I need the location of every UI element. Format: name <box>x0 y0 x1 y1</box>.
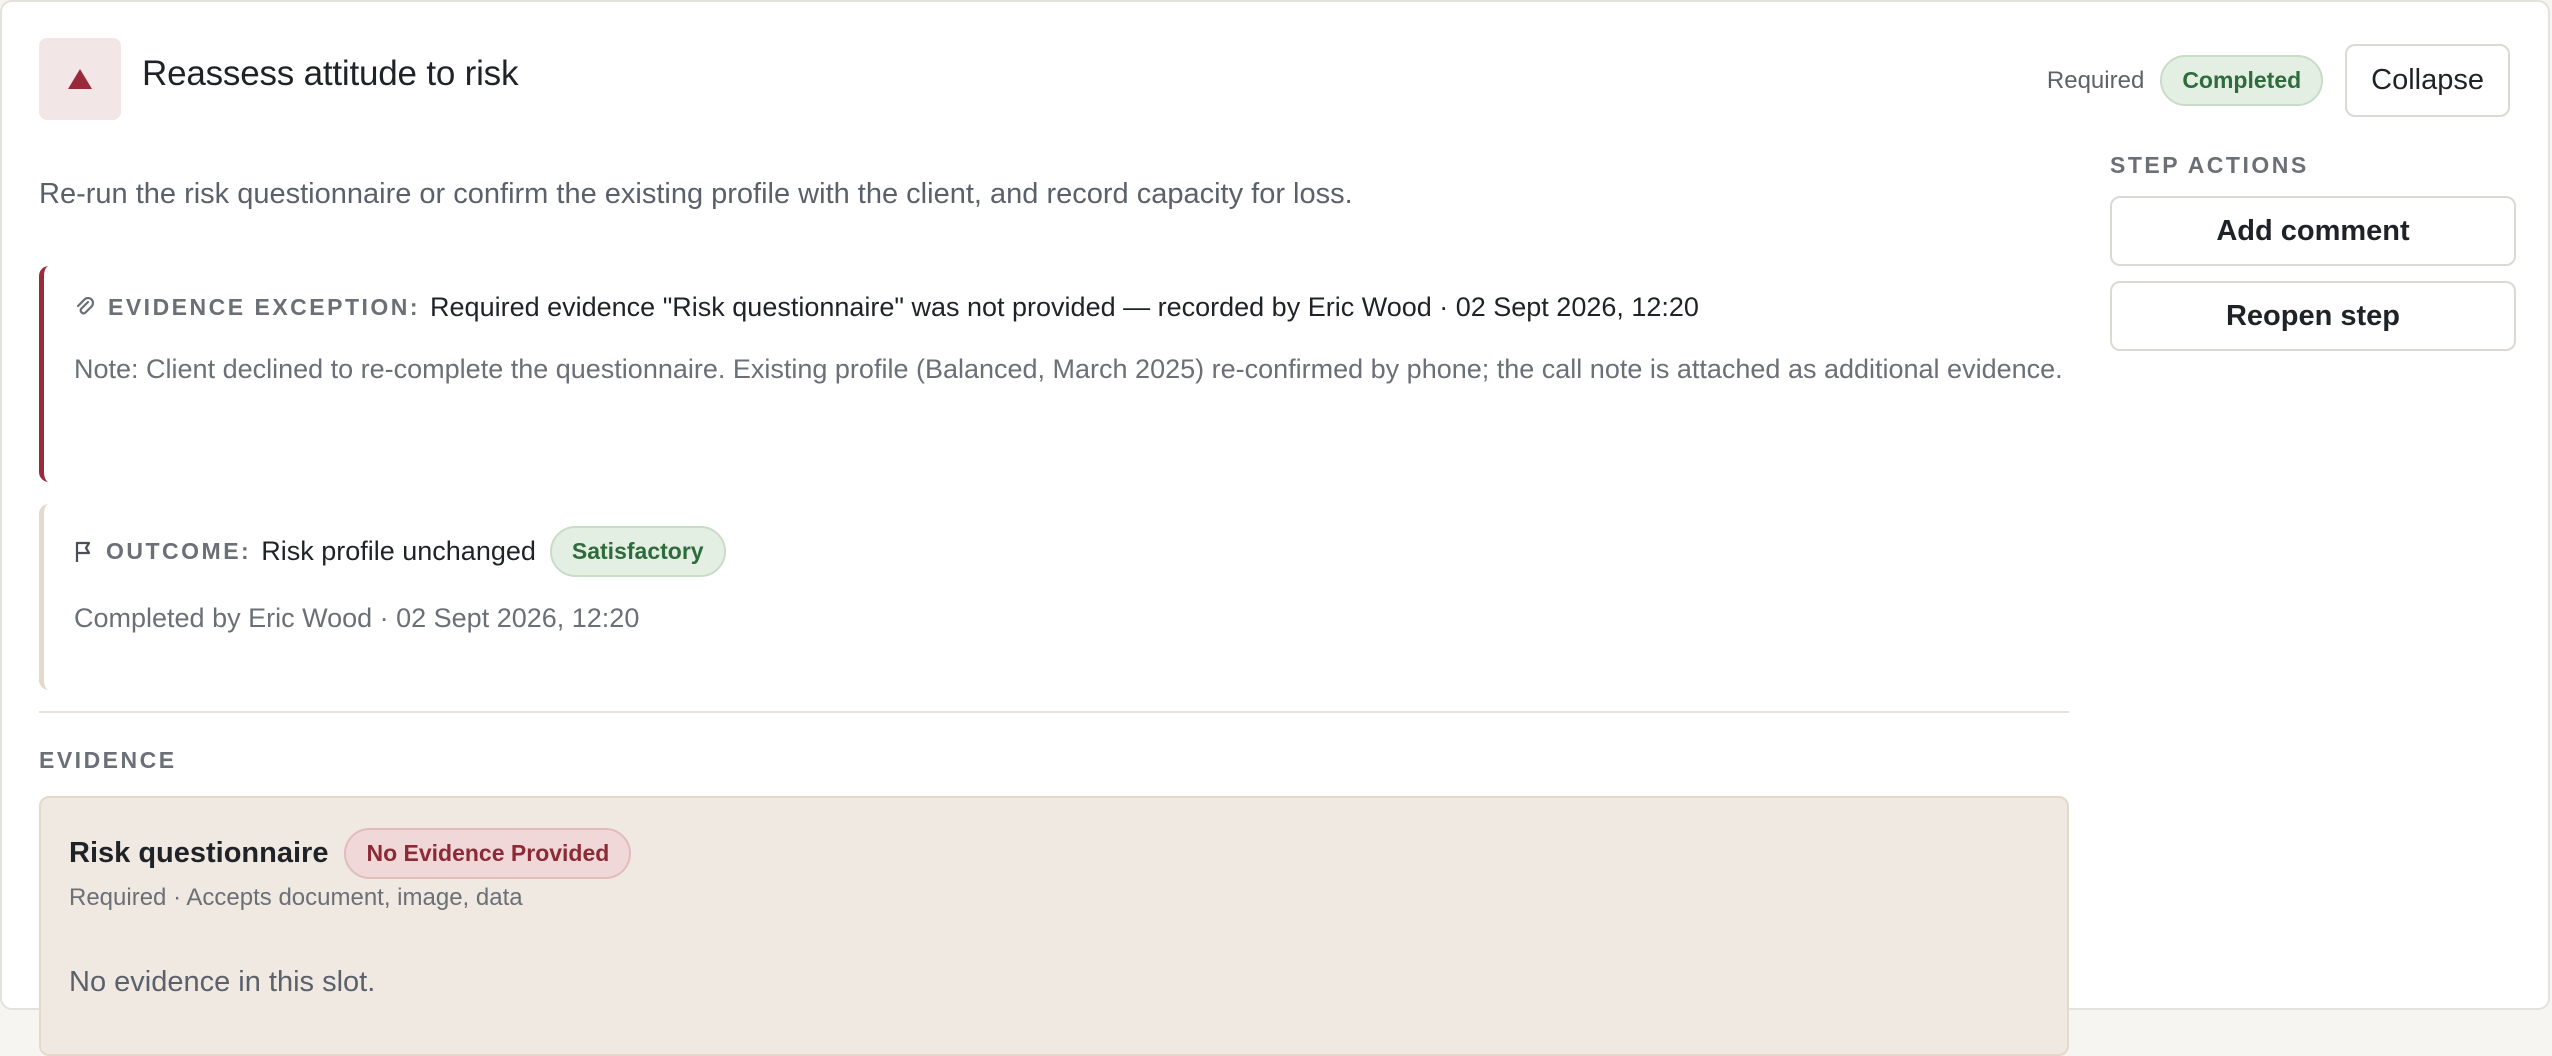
exception-note: Note: Client declined to re-complete the… <box>74 354 2063 384</box>
exception-text: Required evidence "Risk questionnaire" w… <box>430 292 1699 322</box>
evidence-slot-subtitle: Required · Accepts document, image, data <box>69 884 523 911</box>
status-badge: Completed <box>2160 55 2324 106</box>
header-actions: Required Completed Collapse <box>2047 44 2510 117</box>
outcome-text: Risk profile unchanged <box>261 536 536 566</box>
step-card: Reassess attitude to risk Required Compl… <box>0 0 2550 1056</box>
completed-by-text: Completed by Eric Wood · 02 Sept 2026, 1… <box>74 603 640 633</box>
step-title: Reassess attitude to risk <box>142 54 519 93</box>
evidence-slot: Risk questionnaire No Evidence Provided … <box>39 796 2069 1056</box>
evidence-exception-block: EVIDENCE EXCEPTION: Required evidence "R… <box>39 266 2067 482</box>
exception-label: EVIDENCE EXCEPTION: <box>108 294 421 320</box>
outcome-badge: Satisfactory <box>549 526 726 577</box>
step-collapse-toggle[interactable] <box>39 38 121 120</box>
flag-icon <box>75 541 91 562</box>
evidence-slot-name: Risk questionnaire <box>69 837 329 869</box>
triangle-up-icon <box>68 69 92 89</box>
evidence-status-badge: No Evidence Provided <box>344 828 632 879</box>
paperclip-icon <box>76 296 95 314</box>
outcome-block: OUTCOME: Risk profile unchanged Satisfac… <box>39 504 2067 690</box>
step-actions-label: STEP ACTIONS <box>2110 152 2309 178</box>
required-label: Required <box>2046 66 2145 94</box>
evidence-empty-text: No evidence in this slot. <box>69 966 376 998</box>
reopen-step-button[interactable]: Reopen step <box>2110 281 2516 351</box>
add-comment-button[interactable]: Add comment <box>2110 196 2516 266</box>
outcome-label: OUTCOME: <box>106 538 252 564</box>
evidence-section-label: EVIDENCE <box>39 747 177 773</box>
section-divider <box>39 711 2069 713</box>
collapse-button[interactable]: Collapse <box>2345 44 2510 117</box>
step-description: Re-run the risk questionnaire or confirm… <box>39 178 1353 210</box>
